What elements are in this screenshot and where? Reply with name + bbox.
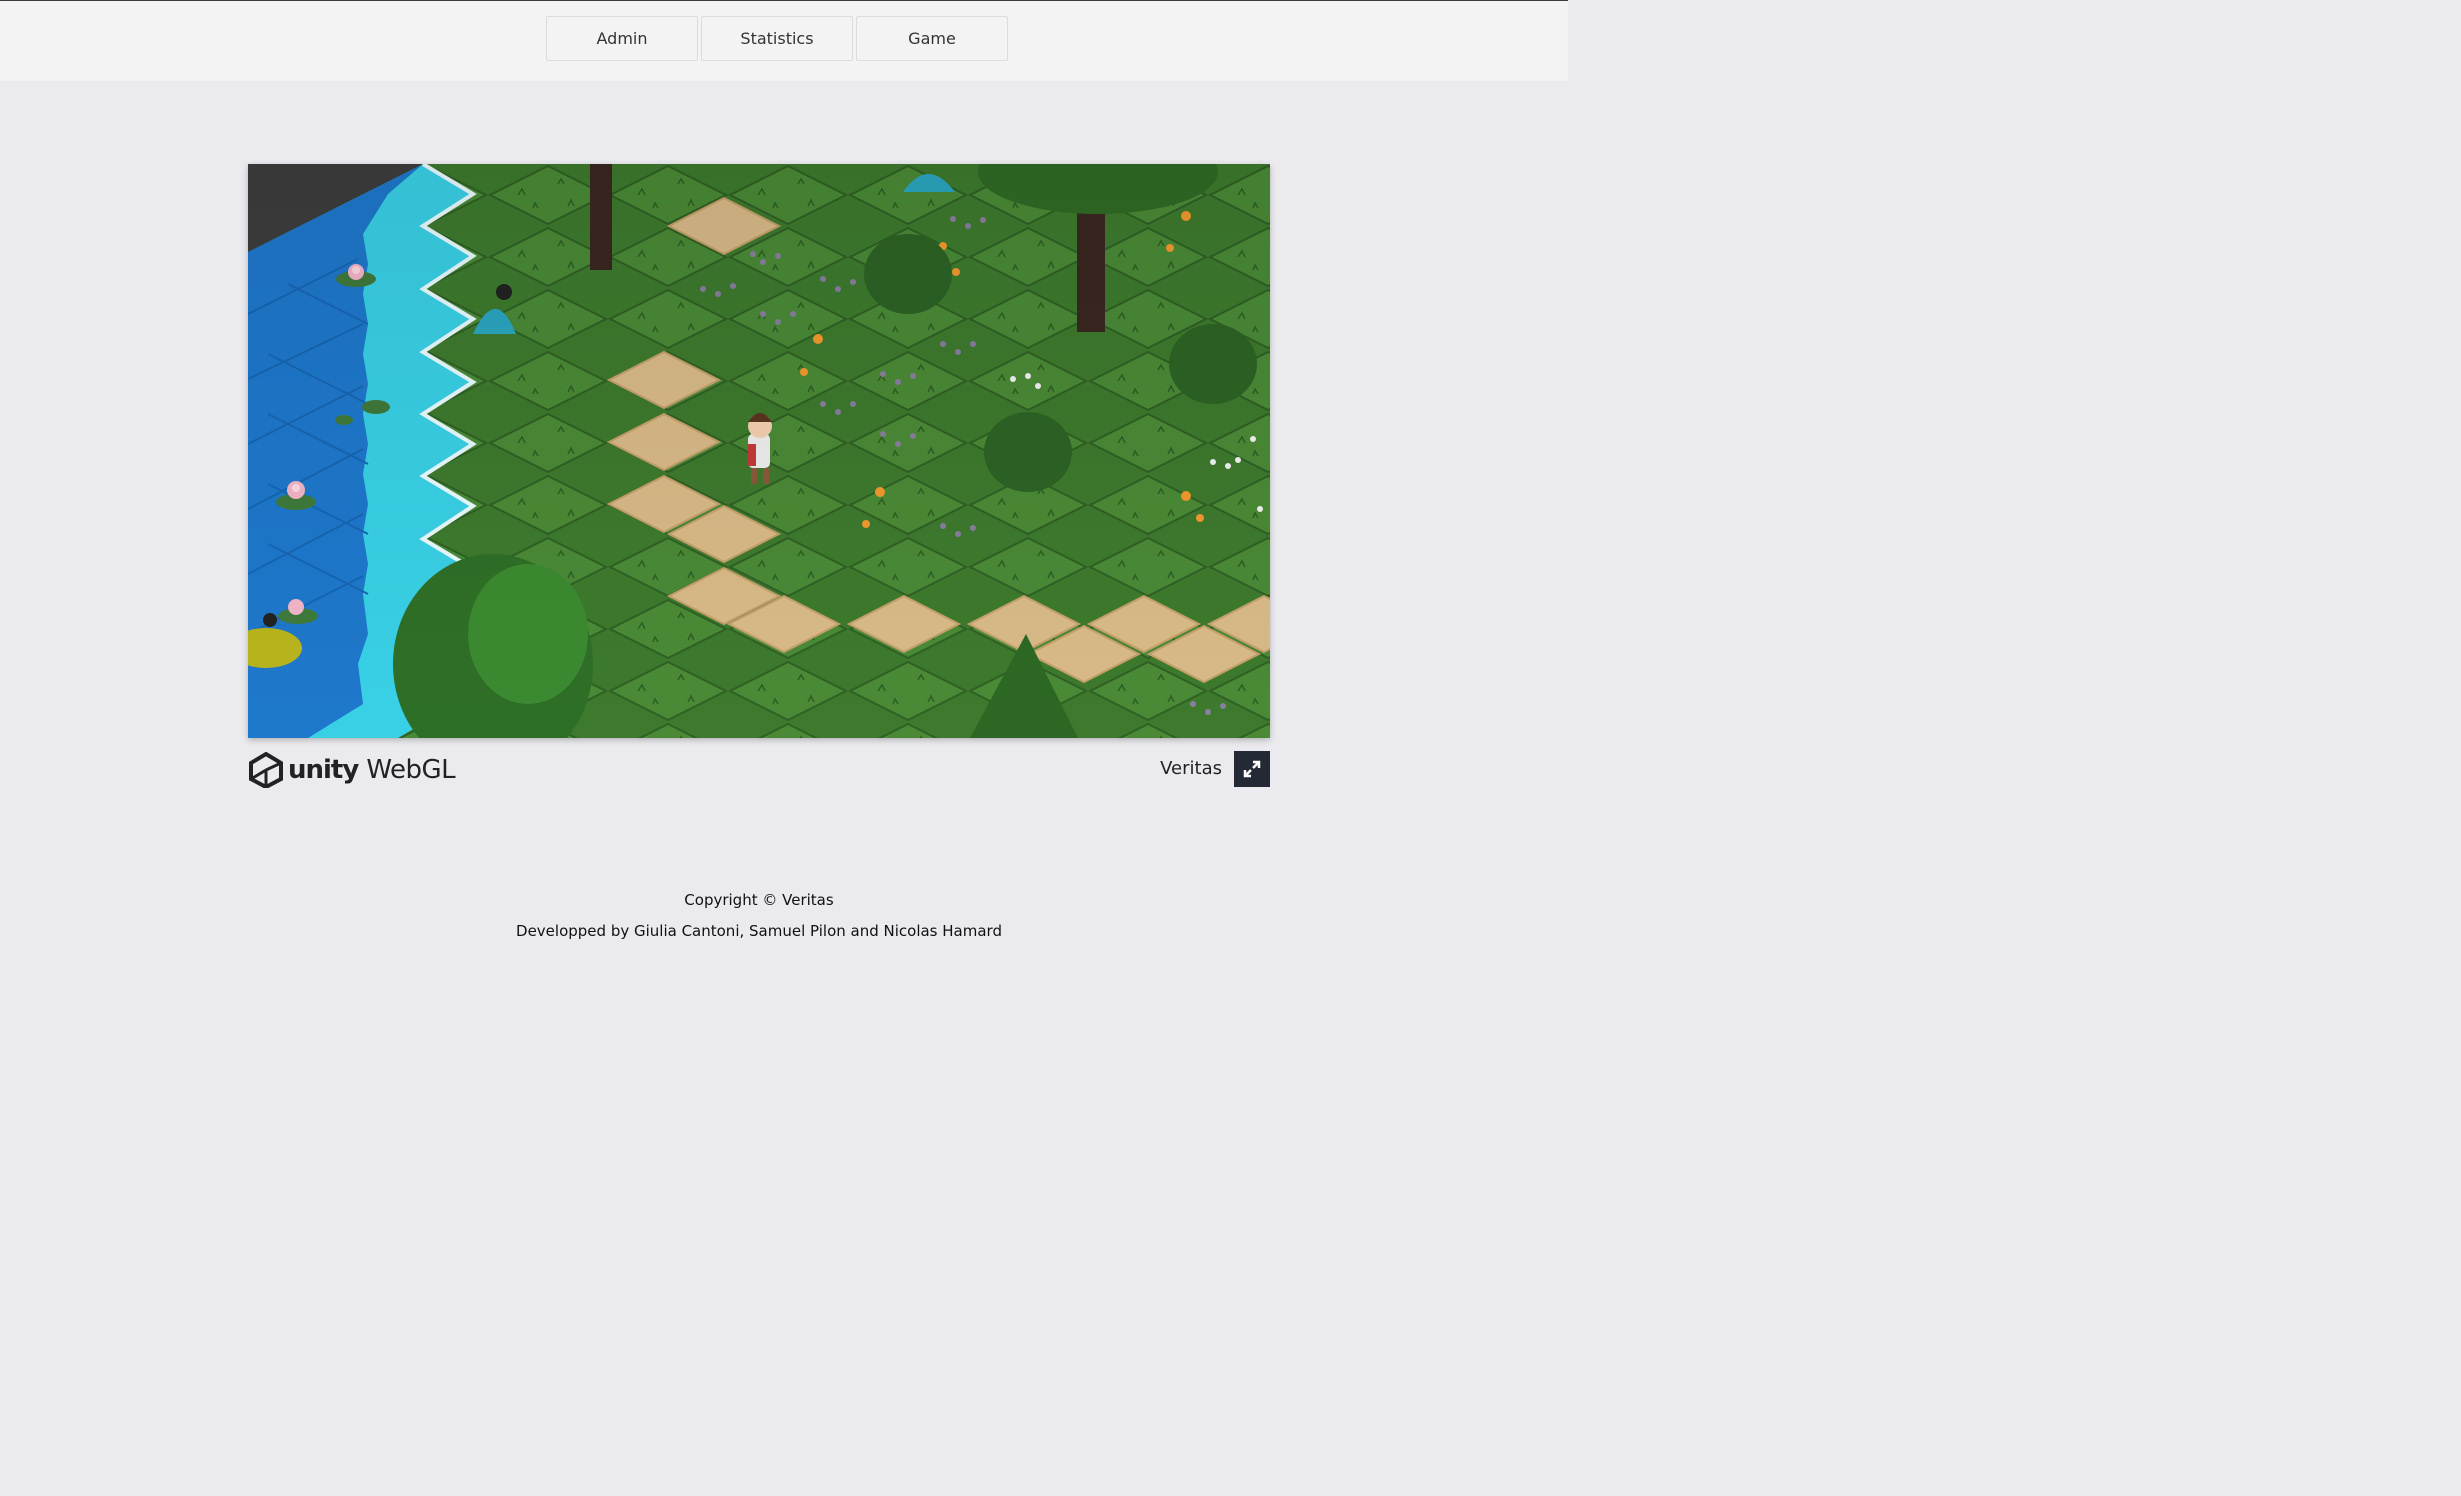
unity-cube-icon [249, 752, 283, 788]
unity-game-canvas[interactable] [248, 164, 1270, 738]
developers-text: Developped by Giulia Cantoni, Samuel Pil… [516, 922, 1002, 940]
fullscreen-button[interactable] [1234, 751, 1270, 787]
unity-wordmark: unity [288, 755, 359, 785]
unity-footer: unity WebGL Veritas [248, 750, 1270, 790]
top-navbar: Admin Statistics Game [0, 1, 1568, 81]
webgl-wordmark: WebGL [366, 755, 456, 785]
game-scene[interactable] [248, 164, 1270, 738]
nav-statistics-button[interactable]: Statistics [701, 16, 853, 61]
copyright-text: Copyright © Veritas [684, 891, 834, 909]
nav-game-button[interactable]: Game [856, 16, 1008, 61]
unity-webgl-logo: unity WebGL [248, 750, 456, 790]
game-title: Veritas [1160, 758, 1222, 779]
nav-admin-button[interactable]: Admin [546, 16, 698, 61]
expand-arrows-icon [1243, 760, 1261, 778]
